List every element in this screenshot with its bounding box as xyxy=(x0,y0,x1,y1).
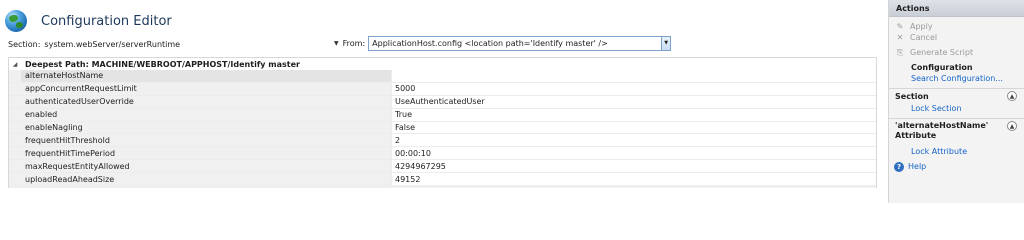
help-action[interactable]: ? Help xyxy=(889,161,1024,172)
property-value[interactable]: 4294967295 xyxy=(392,160,876,172)
actions-title: Actions xyxy=(889,0,1024,17)
apply-action[interactable]: ✎ Apply xyxy=(889,21,1024,32)
grid-scrollbar-track[interactable] xyxy=(9,186,876,188)
cancel-label: Cancel xyxy=(910,33,938,42)
apply-icon: ✎ xyxy=(896,22,904,31)
collapse-icon[interactable]: ▲ xyxy=(1007,121,1017,131)
property-value[interactable]: 00:00:10 xyxy=(392,147,876,159)
row-gutter xyxy=(9,160,21,173)
table-row[interactable]: enableNagling False xyxy=(9,121,876,135)
row-gutter xyxy=(9,95,21,108)
property-name: authenticatedUserOverride xyxy=(21,95,392,108)
table-row[interactable]: alternateHostName xyxy=(9,70,876,83)
property-value[interactable] xyxy=(392,70,876,82)
row-gutter xyxy=(9,173,21,186)
row-gutter xyxy=(9,147,21,160)
from-dropdown-value: ApplicationHost.config <location path='I… xyxy=(372,38,608,48)
property-name: frequentHitTimePeriod xyxy=(21,147,392,160)
group-header[interactable]: ◢ Deepest Path: MACHINE/WEBROOT/APPHOST/… xyxy=(9,58,876,70)
row-gutter xyxy=(9,108,21,121)
lock-section-link[interactable]: Lock Section xyxy=(911,104,962,113)
search-configuration-action[interactable]: Search Configuration... xyxy=(889,73,1024,84)
property-value[interactable]: 5000 xyxy=(392,83,876,95)
property-value[interactable]: 2 xyxy=(392,134,876,146)
cancel-action[interactable]: ✕ Cancel xyxy=(889,32,1024,43)
table-row[interactable]: maxRequestEntityAllowed 4294967295 xyxy=(9,160,876,174)
property-rows: alternateHostName appConcurrentRequestLi… xyxy=(9,70,876,187)
cancel-icon: ✕ xyxy=(896,33,904,42)
property-value[interactable]: UseAuthenticatedUser xyxy=(392,96,876,108)
section-label: Section: xyxy=(8,39,41,49)
lock-section-action[interactable]: Lock Section xyxy=(889,103,1024,114)
editor-header: Configuration Editor xyxy=(5,8,172,34)
actions-pane: Actions ✎ Apply ✕ Cancel ⎘ Generate Scri… xyxy=(888,0,1024,203)
collapse-triangle-icon[interactable]: ◢ xyxy=(9,61,21,68)
property-name: alternateHostName xyxy=(21,70,392,82)
configuration-heading: Configuration xyxy=(889,62,1024,73)
generate-script-action[interactable]: ⎘ Generate Script xyxy=(889,47,1024,58)
property-name: frequentHitThreshold xyxy=(21,134,392,147)
table-row[interactable]: enabled True xyxy=(9,108,876,122)
section-group-header[interactable]: Section ▲ xyxy=(889,88,1024,103)
script-icon: ⎘ xyxy=(896,47,904,57)
property-name: maxRequestEntityAllowed xyxy=(21,160,392,173)
globe-icon xyxy=(5,10,27,32)
row-gutter xyxy=(9,121,21,134)
lock-attribute-action[interactable]: Lock Attribute xyxy=(889,146,1024,157)
property-value[interactable]: False xyxy=(392,122,876,134)
dropdown-arrow-icon[interactable]: ▼ xyxy=(334,40,339,47)
from-selector: ▼ From: ApplicationHost.config <location… xyxy=(334,35,672,51)
help-link[interactable]: Help xyxy=(908,162,926,171)
search-configuration-link[interactable]: Search Configuration... xyxy=(911,74,1003,83)
property-name: appConcurrentRequestLimit xyxy=(21,82,392,95)
property-value[interactable]: True xyxy=(392,109,876,121)
section-value[interactable]: system.webServer/serverRuntime xyxy=(44,40,180,49)
collapse-icon[interactable]: ▲ xyxy=(1007,91,1017,101)
help-icon: ? xyxy=(894,161,904,172)
attribute-group-title: 'alternateHostName' Attribute xyxy=(895,121,989,140)
table-row[interactable]: uploadReadAheadSize 49152 xyxy=(9,173,876,187)
section-selector[interactable]: Section: system.webServer/serverRuntime xyxy=(8,37,180,51)
attribute-group-header[interactable]: 'alternateHostName' Attribute ▲ xyxy=(889,118,1024,146)
apply-label: Apply xyxy=(910,22,933,31)
property-name: enabled xyxy=(21,108,392,121)
chevron-down-icon[interactable]: ▼ xyxy=(661,36,671,50)
configuration-editor-panel: Configuration Editor Section: system.web… xyxy=(0,0,883,203)
from-label: From: xyxy=(342,38,366,48)
from-dropdown[interactable]: ApplicationHost.config <location path='I… xyxy=(368,35,672,51)
group-header-label: Deepest Path: MACHINE/WEBROOT/APPHOST/Id… xyxy=(25,59,300,69)
configuration-label: Configuration xyxy=(911,63,973,72)
table-row[interactable]: appConcurrentRequestLimit 5000 xyxy=(9,82,876,96)
section-group-title: Section xyxy=(895,91,929,101)
generate-script-label: Generate Script xyxy=(910,48,974,57)
property-grid: ◢ Deepest Path: MACHINE/WEBROOT/APPHOST/… xyxy=(8,57,877,188)
page-title: Configuration Editor xyxy=(41,13,172,29)
property-value[interactable]: 49152 xyxy=(392,173,876,185)
table-row[interactable]: authenticatedUserOverride UseAuthenticat… xyxy=(9,95,876,109)
table-row[interactable]: frequentHitThreshold 2 xyxy=(9,134,876,148)
row-gutter xyxy=(9,70,21,82)
property-name: uploadReadAheadSize xyxy=(21,173,392,186)
property-name: enableNagling xyxy=(21,121,392,134)
row-gutter xyxy=(9,134,21,147)
table-row[interactable]: frequentHitTimePeriod 00:00:10 xyxy=(9,147,876,161)
lock-attribute-link[interactable]: Lock Attribute xyxy=(911,147,967,156)
row-gutter xyxy=(9,82,21,95)
